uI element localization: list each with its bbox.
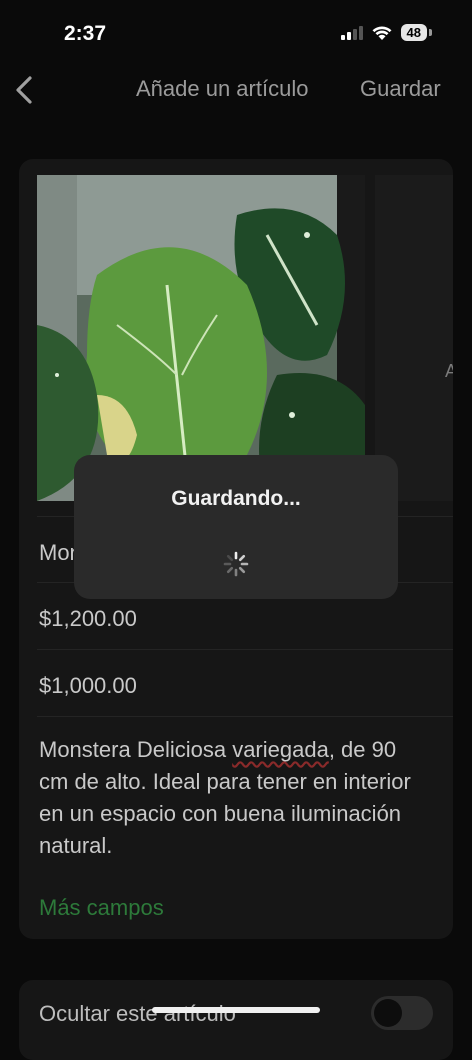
home-indicator[interactable]	[152, 1007, 320, 1013]
hide-item-toggle[interactable]	[371, 996, 433, 1030]
more-fields-link[interactable]: Más campos	[39, 895, 164, 921]
cellular-signal-icon	[340, 25, 363, 40]
page-title: Añade un artículo	[136, 76, 309, 101]
back-chevron-icon[interactable]	[10, 72, 40, 108]
spellcheck-flagged-word: variegada	[232, 737, 329, 762]
saving-title: Guardando...	[171, 487, 301, 510]
hide-item-label: Ocultar este artículo	[39, 1001, 236, 1026]
status-icons: 48	[340, 24, 432, 41]
add-photo-slot[interactable]: A	[375, 175, 453, 501]
divider	[37, 716, 453, 717]
saving-overlay: Guardando...	[74, 455, 398, 599]
toggle-knob	[374, 999, 402, 1027]
divider	[37, 649, 453, 650]
visibility-card: Ocultar este artículo	[19, 980, 453, 1060]
add-photo-label: A	[445, 361, 453, 381]
save-button[interactable]: Guardar	[360, 76, 441, 102]
battery-tip	[429, 29, 432, 36]
plant-image	[37, 175, 365, 501]
description-field[interactable]: Monstera Deliciosa variegada, de 90 cm d…	[39, 734, 419, 862]
price-field[interactable]: $1,200.00	[39, 606, 137, 632]
loading-spinner-icon	[223, 551, 249, 577]
status-time: 2:37	[64, 22, 107, 45]
description-text: Monstera Deliciosa	[39, 737, 233, 762]
item-photo[interactable]	[37, 175, 365, 501]
sale-price-field[interactable]: $1,000.00	[39, 673, 137, 699]
wifi-icon	[372, 25, 392, 40]
battery-level: 48	[400, 24, 427, 41]
